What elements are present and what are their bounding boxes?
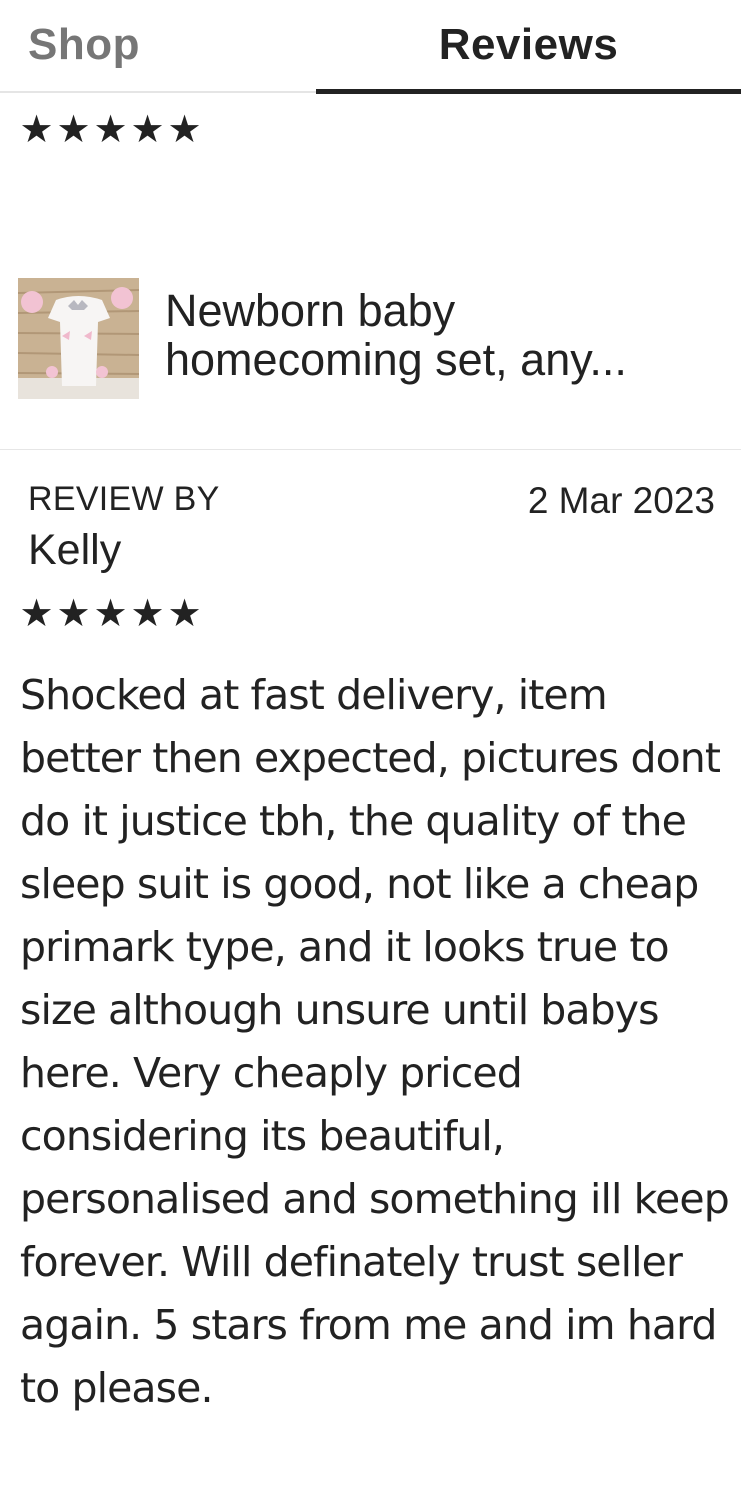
reviewer-name[interactable]: Kelly <box>28 526 121 575</box>
review-by-label: REVIEW BY <box>28 480 220 518</box>
tab-bar: Shop Reviews <box>0 0 741 94</box>
product-title[interactable]: Newborn baby homecoming set, any... <box>165 286 725 384</box>
review-date: 2 Mar 2023 <box>527 480 715 521</box>
active-tab-indicator <box>316 89 741 94</box>
star-icon: ★ <box>56 591 91 635</box>
star-icon: ★ <box>93 107 128 151</box>
star-icon: ★ <box>130 107 165 151</box>
star-icon: ★ <box>19 107 54 151</box>
star-icon: ★ <box>19 591 54 635</box>
star-icon: ★ <box>130 591 165 635</box>
tab-shop[interactable]: Shop <box>0 0 180 90</box>
section-divider <box>0 449 741 450</box>
summary-star-rating: ★ ★ ★ ★ ★ <box>18 110 203 148</box>
star-icon: ★ <box>56 107 91 151</box>
star-icon: ★ <box>93 591 128 635</box>
star-icon: ★ <box>167 107 202 151</box>
review-text: Shocked at fast delivery, item better th… <box>20 671 730 1412</box>
star-icon: ★ <box>167 591 202 635</box>
tab-reviews[interactable]: Reviews <box>316 0 741 90</box>
tab-divider <box>0 91 316 93</box>
review-star-rating: ★ ★ ★ ★ ★ <box>18 594 203 632</box>
product-thumbnail[interactable] <box>18 278 139 399</box>
